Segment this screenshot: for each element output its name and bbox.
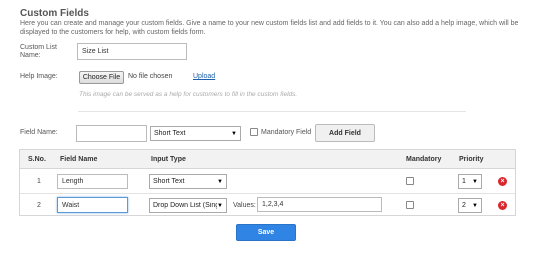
upload-link[interactable]: Upload <box>193 73 215 80</box>
chevron-down-icon: ▼ <box>472 178 478 185</box>
row-1-delete-icon[interactable]: × <box>498 177 507 186</box>
table-header: S.No. Field Name Input Type Mandatory Pr… <box>20 150 515 169</box>
chevron-down-icon: ▼ <box>472 202 478 209</box>
row-1-sno: 1 <box>37 178 41 185</box>
list-name-label: Custom List Name: <box>20 44 57 59</box>
list-name-input[interactable]: Size List <box>77 43 187 60</box>
mandatory-field-label: Mandatory Field <box>261 129 312 136</box>
row-2-mandatory-checkbox[interactable] <box>406 201 414 209</box>
row-2-sno: 2 <box>37 202 41 209</box>
field-type-value: Short Text <box>154 130 186 137</box>
row-1-name-value: Length <box>62 178 84 185</box>
row-1-name-input[interactable]: Length <box>57 174 128 189</box>
page-title: Custom Fields <box>20 8 89 19</box>
section-divider <box>78 111 466 112</box>
chevron-down-icon: ▼ <box>217 202 223 209</box>
row-1-priority-value: 1 <box>462 178 466 185</box>
row-2-values-value: 1,2,3,4 <box>262 201 284 208</box>
row-1-mandatory-checkbox[interactable] <box>406 177 414 185</box>
row-2-name-value: Waist <box>62 201 80 209</box>
list-name-value: Size List <box>82 48 109 55</box>
column-priority: Priority <box>459 156 484 163</box>
field-type-select[interactable]: Short Text ▼ <box>150 126 241 141</box>
row-1-type-select[interactable]: Short Text ▼ <box>149 174 227 189</box>
column-input-type: Input Type <box>151 156 186 163</box>
chevron-down-icon: ▼ <box>231 130 237 137</box>
row-2-delete-icon[interactable]: × <box>498 201 507 210</box>
mandatory-field-checkbox[interactable] <box>250 128 258 136</box>
row-2-values-input[interactable]: 1,2,3,4 <box>257 197 382 212</box>
row-2-priority-select[interactable]: 2 ▼ <box>458 198 482 213</box>
row-2-priority-value: 2 <box>462 202 466 209</box>
save-button[interactable]: Save <box>236 224 296 241</box>
row-2-values-label: Values: <box>233 202 256 209</box>
choose-file-button[interactable]: Choose File <box>79 71 124 84</box>
add-field-button[interactable]: Add Field <box>315 124 375 142</box>
row-1-type-value: Short Text <box>153 178 185 185</box>
no-file-text: No file chosen <box>128 73 173 80</box>
field-name-input[interactable] <box>76 125 147 142</box>
column-mandatory: Mandatory <box>406 156 442 163</box>
column-field-name: Field Name <box>60 156 98 163</box>
help-image-label: Help Image: <box>20 73 58 80</box>
help-image-hint: This image can be served as a help for c… <box>79 91 298 98</box>
row-2-name-input[interactable]: Waist <box>57 197 128 213</box>
row-1-priority-select[interactable]: 1 ▼ <box>458 174 482 189</box>
chevron-down-icon: ▼ <box>217 178 223 185</box>
page-intro: Here you can create and manage your cust… <box>20 20 519 36</box>
row-2-type-value: Drop Down List (Sing <box>153 202 218 209</box>
column-sno: S.No. <box>28 156 46 163</box>
field-name-label: Field Name: <box>20 129 58 136</box>
custom-fields-table: S.No. Field Name Input Type Mandatory Pr… <box>19 149 516 216</box>
row-divider <box>20 193 515 194</box>
row-2-type-select[interactable]: Drop Down List (Sing ▼ <box>149 198 227 213</box>
